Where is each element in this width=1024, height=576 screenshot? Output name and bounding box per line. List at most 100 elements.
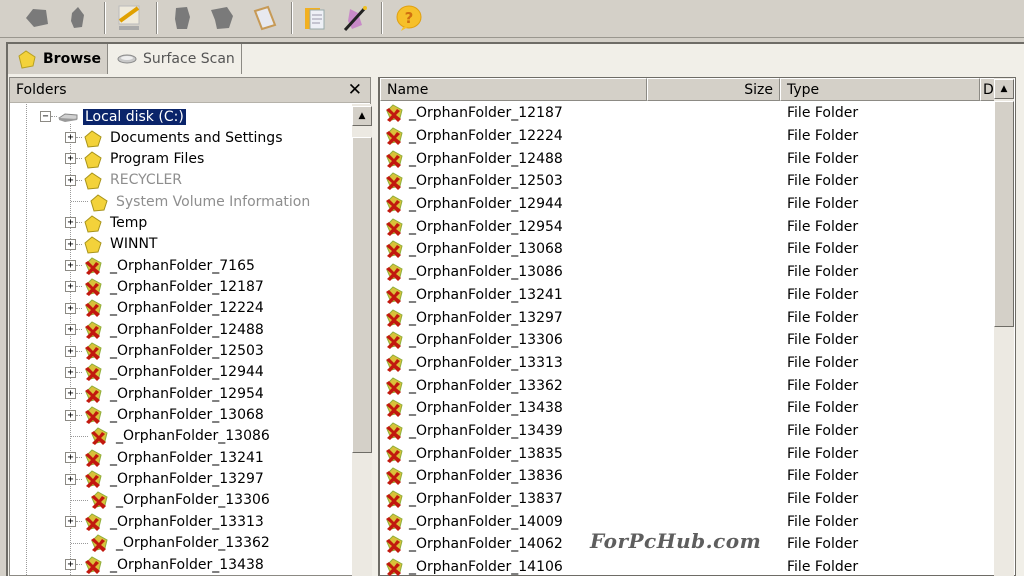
tree-item[interactable]: _OrphanFolder_13086 — [65, 426, 272, 447]
tree-item[interactable]: + _OrphanFolder_7165 — [65, 255, 257, 276]
list-row[interactable]: _OrphanFolder_12503 File Folder — [380, 170, 994, 193]
expand-toggle[interactable]: + — [65, 516, 76, 528]
tree-item[interactable]: + _OrphanFolder_12488 — [65, 319, 266, 340]
tree-item[interactable]: + _OrphanFolder_12224 — [65, 298, 266, 319]
tree-label[interactable]: _OrphanFolder_13086 — [114, 428, 272, 444]
tree-label[interactable]: _OrphanFolder_12944 — [108, 364, 266, 380]
help-button[interactable]: ? — [392, 2, 426, 34]
tree-label[interactable]: System Volume Information — [114, 194, 312, 210]
expand-toggle[interactable]: + — [65, 238, 76, 250]
move-button[interactable] — [205, 2, 239, 34]
list-row[interactable]: _OrphanFolder_13835 File Folder — [380, 442, 994, 465]
expand-toggle[interactable]: + — [65, 324, 76, 336]
list-row[interactable]: _OrphanFolder_13241 File Folder — [380, 284, 994, 307]
tree-label[interactable]: Temp — [108, 215, 149, 231]
tree-item[interactable]: + WINNT — [65, 234, 159, 255]
expand-toggle[interactable]: + — [65, 473, 76, 485]
tree-label[interactable]: _OrphanFolder_13362 — [114, 535, 272, 551]
expand-toggle[interactable]: + — [65, 260, 76, 272]
up-button[interactable] — [60, 2, 94, 34]
column-header-type[interactable]: Type — [780, 78, 980, 101]
tree-label[interactable]: Program Files — [108, 151, 206, 167]
scrollbar-thumb[interactable] — [352, 137, 372, 453]
tab-browse[interactable]: Browse — [8, 44, 108, 74]
expand-toggle[interactable]: + — [65, 409, 76, 421]
expand-toggle[interactable]: + — [65, 302, 76, 314]
scroll-up-button[interactable]: ▲ — [352, 106, 372, 126]
log-button[interactable] — [298, 2, 332, 34]
tree-item[interactable]: + RECYCLER — [65, 170, 184, 191]
tab-surface-scan[interactable]: Surface Scan — [107, 44, 242, 74]
list-row[interactable]: _OrphanFolder_13306 File Folder — [380, 329, 994, 352]
column-header-size[interactable]: Size — [647, 78, 780, 101]
expand-toggle[interactable]: + — [65, 132, 76, 143]
tree-label[interactable]: _OrphanFolder_12488 — [108, 322, 266, 338]
list-row[interactable]: _OrphanFolder_12224 File Folder — [380, 125, 994, 148]
tree-label[interactable]: _OrphanFolder_12224 — [108, 300, 266, 316]
tree-item[interactable]: System Volume Information — [65, 191, 312, 212]
expand-toggle[interactable]: + — [65, 452, 76, 464]
folders-scrollbar[interactable]: ▲ — [352, 104, 372, 576]
list-row[interactable]: _OrphanFolder_13362 File Folder — [380, 374, 994, 397]
tree-label[interactable]: Documents and Settings — [108, 130, 284, 146]
back-button[interactable] — [20, 2, 54, 34]
copy-button[interactable] — [165, 2, 199, 34]
scroll-up-button[interactable]: ▲ — [994, 79, 1014, 99]
expand-toggle[interactable]: + — [65, 153, 76, 165]
list-row[interactable]: _OrphanFolder_13836 File Folder — [380, 465, 994, 488]
tree-label[interactable]: _OrphanFolder_13438 — [108, 557, 266, 573]
list-row[interactable]: _OrphanFolder_13086 File Folder — [380, 261, 994, 284]
tree-item[interactable]: _OrphanFolder_13306 — [65, 490, 272, 511]
expand-toggle[interactable]: + — [65, 345, 76, 357]
list-row[interactable]: _OrphanFolder_13068 File Folder — [380, 238, 994, 261]
list-row[interactable]: _OrphanFolder_13837 File Folder — [380, 488, 994, 511]
expand-toggle[interactable]: + — [65, 366, 76, 378]
expand-toggle[interactable]: + — [65, 559, 76, 570]
scrollbar-thumb[interactable] — [994, 101, 1014, 327]
list-row[interactable]: _OrphanFolder_12944 File Folder — [380, 193, 994, 216]
collapse-toggle[interactable]: − — [40, 111, 51, 122]
tree-label[interactable]: _OrphanFolder_13241 — [108, 450, 266, 466]
close-folders-button[interactable]: ✕ — [348, 80, 362, 100]
list-row[interactable]: _OrphanFolder_12488 File Folder — [380, 147, 994, 170]
tree-item[interactable]: + _OrphanFolder_12944 — [65, 362, 266, 383]
tree-item[interactable]: + _OrphanFolder_13068 — [65, 405, 266, 426]
scan-button[interactable] — [112, 2, 146, 34]
expand-toggle[interactable]: + — [65, 281, 76, 293]
properties-button[interactable] — [248, 2, 282, 34]
tree-item[interactable]: + Documents and Settings — [65, 127, 284, 148]
expand-toggle[interactable]: + — [65, 388, 76, 400]
tree-label[interactable]: WINNT — [108, 236, 159, 252]
tree-item[interactable]: + _OrphanFolder_12187 — [65, 276, 266, 297]
tree-root[interactable]: − Local disk (C:) — [40, 106, 187, 127]
tree-label[interactable]: _OrphanFolder_12187 — [108, 279, 266, 295]
tree-item[interactable]: + _OrphanFolder_12954 — [65, 383, 266, 404]
tree-label[interactable]: RECYCLER — [108, 172, 184, 188]
list-row[interactable]: _OrphanFolder_12187 File Folder — [380, 102, 994, 125]
list-row[interactable]: _OrphanFolder_13313 File Folder — [380, 352, 994, 375]
list-scrollbar[interactable]: ▲ — [994, 78, 1014, 576]
tree-label[interactable]: _OrphanFolder_13313 — [108, 514, 266, 530]
list-row[interactable]: _OrphanFolder_13438 File Folder — [380, 397, 994, 420]
list-row[interactable]: _OrphanFolder_14106 File Folder — [380, 556, 994, 576]
tree-item[interactable]: + Program Files — [65, 148, 206, 169]
list-row[interactable]: _OrphanFolder_13297 File Folder — [380, 306, 994, 329]
expand-toggle[interactable]: + — [65, 174, 76, 186]
tree-label[interactable]: _OrphanFolder_7165 — [108, 258, 257, 274]
tree-item[interactable]: + _OrphanFolder_13438 — [65, 554, 266, 575]
settings-button[interactable] — [338, 2, 372, 34]
tree-label[interactable]: _OrphanFolder_13297 — [108, 471, 266, 487]
tree-item[interactable]: + Temp — [65, 212, 149, 233]
expand-toggle[interactable]: + — [65, 217, 76, 229]
tree-item[interactable]: + _OrphanFolder_13241 — [65, 447, 266, 468]
tree-item[interactable]: + _OrphanFolder_13313 — [65, 511, 266, 532]
tree-item[interactable]: + _OrphanFolder_12503 — [65, 341, 266, 362]
tree-label[interactable]: _OrphanFolder_13306 — [114, 492, 272, 508]
tree-item[interactable]: _OrphanFolder_13362 — [65, 533, 272, 554]
tree-item[interactable]: + _OrphanFolder_13297 — [65, 469, 266, 490]
tree-label[interactable]: _OrphanFolder_13068 — [108, 407, 266, 423]
tree-label[interactable]: Local disk (C:) — [82, 107, 187, 126]
tree-label[interactable]: _OrphanFolder_12954 — [108, 386, 266, 402]
list-row[interactable]: _OrphanFolder_12954 File Folder — [380, 215, 994, 238]
column-header-name[interactable]: Name — [380, 78, 647, 101]
